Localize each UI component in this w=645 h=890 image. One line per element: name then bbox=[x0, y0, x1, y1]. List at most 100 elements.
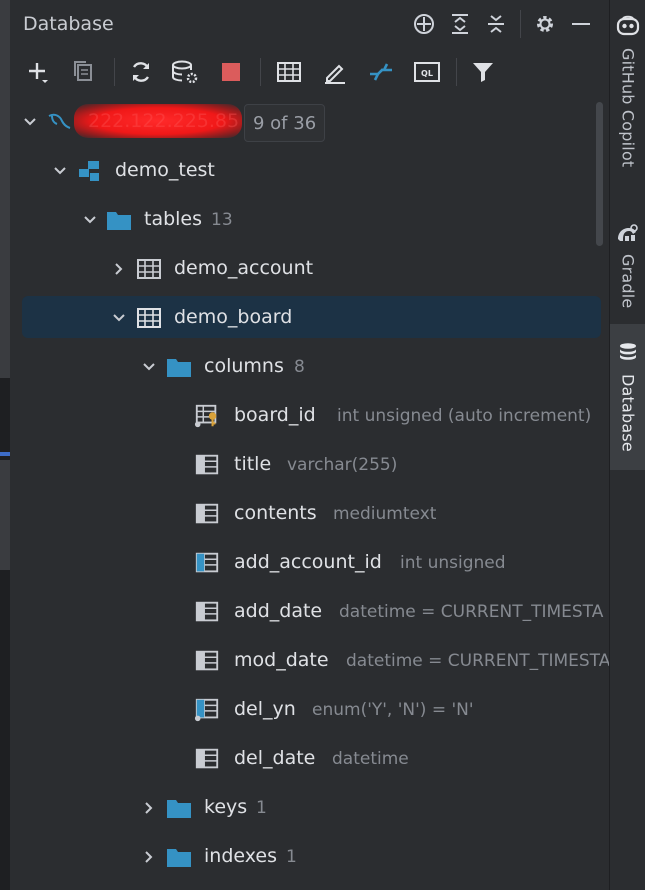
chevron-down-icon[interactable] bbox=[50, 161, 70, 181]
side-tab-github-copilot[interactable]: GitHub Copilot bbox=[610, 14, 645, 167]
schema-settings-icon[interactable] bbox=[168, 56, 202, 88]
chevron-down-icon[interactable] bbox=[20, 112, 40, 132]
expand-all-icon[interactable] bbox=[442, 8, 478, 40]
refresh-icon[interactable] bbox=[124, 56, 158, 88]
side-tab-gradle[interactable]: Gradle bbox=[610, 222, 645, 308]
gutter-marker bbox=[0, 452, 10, 456]
database-icon bbox=[617, 342, 639, 368]
svg-text:QL: QL bbox=[421, 69, 433, 78]
tree-node-tables-folder[interactable]: tables 13 bbox=[10, 196, 609, 245]
toolbar: QL bbox=[10, 48, 609, 96]
tree-node-table-demo-board[interactable]: demo_board bbox=[10, 294, 609, 343]
gutter-block bbox=[0, 460, 10, 570]
stop-icon[interactable] bbox=[214, 56, 248, 88]
database-tool-window: Database QL 222.122.225.85 9 of 36 demo_… bbox=[10, 0, 609, 890]
indexes-folder-label: indexes bbox=[204, 845, 277, 867]
side-tab-label: Database bbox=[618, 374, 638, 452]
side-tab-label: GitHub Copilot bbox=[618, 48, 638, 168]
chevron-right-icon[interactable] bbox=[139, 798, 159, 818]
column-row[interactable]: board_id int unsigned (auto increment) bbox=[10, 392, 609, 441]
tree-node-table-demo-account[interactable]: demo_account bbox=[10, 245, 609, 294]
column-icon bbox=[194, 453, 220, 477]
column-name: mod_date bbox=[234, 649, 329, 671]
folder-icon bbox=[166, 355, 192, 379]
column-type: int unsigned bbox=[400, 553, 506, 573]
column-type: datetime = CURRENT_TIMESTA bbox=[339, 602, 604, 622]
gutter-block bbox=[0, 0, 10, 378]
gear-icon[interactable] bbox=[527, 8, 563, 40]
column-icon bbox=[194, 747, 220, 771]
collapse-all-icon[interactable] bbox=[478, 8, 514, 40]
column-row[interactable]: mod_date datetime = CURRENT_TIMESTA bbox=[10, 637, 609, 686]
column-row[interactable]: title varchar(255) bbox=[10, 441, 609, 490]
indexed-column-icon bbox=[194, 698, 220, 722]
right-tool-strip: GitHub Copilot Gradle Database bbox=[609, 0, 645, 890]
primary-key-column-icon bbox=[194, 404, 220, 428]
folder-icon bbox=[166, 796, 192, 820]
folder-icon bbox=[106, 208, 132, 232]
column-row[interactable]: del_yn enum('Y', 'N') = 'N' bbox=[10, 686, 609, 735]
table-view-icon[interactable] bbox=[272, 56, 306, 88]
column-row[interactable]: del_date datetime bbox=[10, 735, 609, 784]
column-icon bbox=[194, 649, 220, 673]
crosshair-icon[interactable] bbox=[406, 8, 442, 40]
jump-to-icon[interactable] bbox=[364, 56, 398, 88]
tree-node-connection[interactable]: 222.122.225.85 9 of 36 bbox=[10, 98, 609, 147]
schema-count-badge[interactable]: 9 of 36 bbox=[244, 104, 326, 142]
side-tab-label: Gradle bbox=[618, 254, 638, 309]
chevron-right-icon[interactable] bbox=[109, 259, 129, 279]
add-icon[interactable] bbox=[22, 56, 56, 88]
copilot-icon bbox=[615, 14, 641, 42]
column-icon bbox=[194, 600, 220, 624]
columns-folder-label: columns bbox=[204, 355, 284, 377]
schema-name: demo_test bbox=[115, 159, 215, 181]
side-tab-database[interactable]: Database bbox=[610, 324, 645, 470]
column-type: int unsigned (auto increment) bbox=[337, 406, 592, 426]
columns-count: 8 bbox=[294, 357, 305, 377]
chevron-down-icon[interactable] bbox=[139, 357, 159, 377]
schema-icon bbox=[76, 159, 102, 183]
gradle-icon bbox=[615, 222, 641, 248]
column-row[interactable]: contents mediumtext bbox=[10, 490, 609, 539]
tree-node-indexes-folder[interactable]: indexes 1 bbox=[10, 833, 609, 882]
column-name: contents bbox=[234, 502, 317, 524]
column-name: del_date bbox=[234, 747, 316, 769]
foreign-key-column-icon bbox=[194, 551, 220, 575]
minimize-icon[interactable] bbox=[563, 8, 599, 40]
folder-icon bbox=[166, 845, 192, 869]
edit-icon[interactable] bbox=[318, 56, 352, 88]
duplicate-icon[interactable] bbox=[66, 56, 100, 88]
column-name: board_id bbox=[234, 404, 316, 426]
chevron-down-icon[interactable] bbox=[109, 308, 129, 328]
column-name: del_yn bbox=[234, 698, 296, 720]
column-name: add_account_id bbox=[234, 551, 382, 573]
column-type: mediumtext bbox=[333, 504, 437, 524]
table-icon bbox=[136, 306, 162, 330]
column-type: datetime = CURRENT_TIMESTA bbox=[346, 651, 609, 671]
column-name: add_date bbox=[234, 600, 323, 622]
column-type: datetime bbox=[332, 749, 409, 769]
column-name: title bbox=[234, 453, 272, 475]
column-type: varchar(255) bbox=[287, 455, 398, 475]
keys-count: 1 bbox=[256, 798, 267, 818]
redacted-host: 222.122.225.85 bbox=[74, 104, 242, 138]
query-console-icon[interactable]: QL bbox=[410, 56, 444, 88]
tables-count: 13 bbox=[211, 210, 233, 230]
column-row[interactable]: add_account_id int unsigned bbox=[10, 539, 609, 588]
keys-folder-label: keys bbox=[204, 796, 248, 818]
tree-node-columns-folder[interactable]: columns 8 bbox=[10, 343, 609, 392]
chevron-down-icon[interactable] bbox=[80, 210, 100, 230]
table-icon bbox=[136, 257, 162, 281]
tree-node-keys-folder[interactable]: keys 1 bbox=[10, 784, 609, 833]
tool-window-header: Database bbox=[10, 0, 609, 48]
tree-node-schema[interactable]: demo_test bbox=[10, 147, 609, 196]
column-icon bbox=[194, 502, 220, 526]
column-type: enum('Y', 'N') = 'N' bbox=[312, 700, 474, 720]
column-row[interactable]: add_date datetime = CURRENT_TIMESTA bbox=[10, 588, 609, 637]
tool-window-title: Database bbox=[23, 13, 114, 35]
filter-icon[interactable] bbox=[466, 56, 500, 88]
chevron-right-icon[interactable] bbox=[139, 847, 159, 867]
table-name: demo_board bbox=[174, 306, 293, 328]
indexes-count: 1 bbox=[286, 847, 297, 867]
table-name: demo_account bbox=[174, 257, 314, 279]
